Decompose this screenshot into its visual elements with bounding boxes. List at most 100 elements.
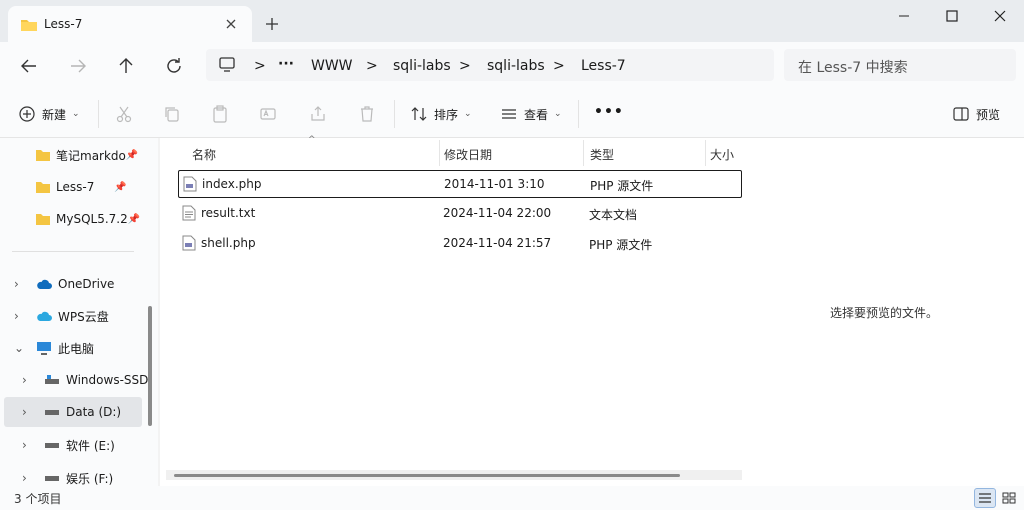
file-type: 文本文档 xyxy=(589,208,638,222)
sort-button[interactable]: 排序 ⌄ xyxy=(410,104,472,124)
sidebar-item-label: Windows-SSD xyxy=(66,373,149,387)
text-file-icon xyxy=(182,205,196,221)
file-list: 名称 ^ 修改日期 类型 大小 index.php 2014-11-01 3:1… xyxy=(160,135,754,486)
chevron-right-icon[interactable]: › xyxy=(14,277,36,291)
cloud-icon xyxy=(36,278,52,290)
breadcrumb-less-7[interactable]: Less-7 xyxy=(581,58,626,74)
table-row[interactable]: result.txt 2024-11-04 22:00 文本文档 xyxy=(178,200,742,228)
column-divider[interactable] xyxy=(439,140,440,166)
paste-icon[interactable] xyxy=(210,104,230,124)
column-header-type[interactable]: 类型 xyxy=(590,142,614,166)
view-list-icon xyxy=(500,105,518,123)
folder-icon xyxy=(36,149,50,161)
sidebar-item-data-d[interactable]: › Data (D:) xyxy=(4,397,142,427)
sidebar-scrollbar[interactable] xyxy=(148,306,152,426)
file-date: 2024-11-04 22:00 xyxy=(443,206,552,220)
sidebar-item-less-7[interactable]: Less-7 📌 xyxy=(0,172,156,202)
item-count: 3 个项目 xyxy=(14,492,62,506)
php-file-icon xyxy=(182,235,196,251)
sidebar-item-label: 娱乐 (F:) xyxy=(66,471,114,486)
sort-ascending-icon: ^ xyxy=(308,135,316,145)
close-window-button[interactable] xyxy=(986,6,1014,26)
cut-icon[interactable] xyxy=(114,104,134,124)
sidebar-item-label: 笔记markdo xyxy=(56,148,126,163)
this-pc-icon[interactable] xyxy=(218,56,236,74)
breadcrumb-separator-icon[interactable]: > xyxy=(254,58,266,74)
rename-icon[interactable] xyxy=(258,104,278,124)
chevron-right-icon[interactable]: › xyxy=(22,471,44,485)
preview-message: 选择要预览的文件。 xyxy=(830,306,939,320)
breadcrumb-overflow[interactable]: ··· xyxy=(278,56,294,72)
tab-less-7[interactable]: Less-7 xyxy=(8,6,252,42)
breadcrumb-separator-icon[interactable]: > xyxy=(366,58,378,74)
file-type: PHP 源文件 xyxy=(589,238,653,252)
folder-icon xyxy=(36,181,50,193)
maximize-button[interactable] xyxy=(938,6,966,26)
new-label: 新建 xyxy=(42,107,67,122)
new-button[interactable]: 新建 ⌄ xyxy=(18,104,80,124)
sort-icon xyxy=(410,105,428,123)
horizontal-scrollbar[interactable] xyxy=(174,474,680,477)
breadcrumb-sqli-labs[interactable]: sqli-labs xyxy=(393,58,451,74)
toolbar-divider xyxy=(578,100,579,128)
chevron-right-icon[interactable]: › xyxy=(22,438,44,452)
sidebar-item-windows-ssd[interactable]: › Windows-SSD xyxy=(0,365,156,395)
new-tab-button[interactable] xyxy=(262,14,282,34)
sidebar-item-notes[interactable]: 笔记markdo 📌 xyxy=(0,140,156,170)
preview-pane-icon xyxy=(952,105,970,123)
sidebar-item-label: Data (D:) xyxy=(66,405,122,419)
column-header-size[interactable]: 大小 xyxy=(710,142,734,166)
folder-icon xyxy=(20,17,38,33)
share-icon[interactable] xyxy=(308,104,328,124)
column-header-date[interactable]: 修改日期 xyxy=(444,142,492,166)
drive-icon xyxy=(44,472,60,484)
view-label: 查看 xyxy=(524,107,549,122)
sidebar-item-label: Less-7 xyxy=(56,180,95,194)
chevron-down-icon: ⌄ xyxy=(464,109,472,119)
column-divider[interactable] xyxy=(583,140,584,166)
drive-icon xyxy=(44,406,60,418)
sidebar-item-software-e[interactable]: › 软件 (E:) xyxy=(0,430,156,460)
refresh-icon[interactable] xyxy=(162,54,186,78)
chevron-down-icon[interactable]: ⌄ xyxy=(14,341,36,355)
search-box[interactable]: 在 Less-7 中搜索 xyxy=(784,49,1016,81)
back-arrow-icon[interactable] xyxy=(17,54,41,78)
chevron-right-icon[interactable]: › xyxy=(22,373,44,387)
up-arrow-icon[interactable] xyxy=(114,54,138,78)
breadcrumb-separator-icon[interactable]: > xyxy=(459,58,471,74)
sidebar-divider xyxy=(12,251,134,252)
preview-pane: 选择要预览的文件。 xyxy=(754,138,1024,486)
sidebar-item-this-pc[interactable]: ⌄ 此电脑 xyxy=(0,333,156,363)
pin-icon: 📌 xyxy=(114,181,127,193)
forward-arrow-icon[interactable] xyxy=(66,54,90,78)
close-tab-icon[interactable] xyxy=(222,15,240,33)
chevron-right-icon[interactable]: › xyxy=(22,405,44,419)
copy-icon[interactable] xyxy=(162,104,182,124)
breadcrumb-separator-icon[interactable]: > xyxy=(553,58,565,74)
chevron-right-icon[interactable]: › xyxy=(14,309,36,323)
table-row[interactable]: shell.php 2024-11-04 21:57 PHP 源文件 xyxy=(178,230,742,258)
more-options-icon[interactable]: ••• xyxy=(594,104,624,120)
sidebar-item-label: MySQL5.7.2 xyxy=(56,212,128,226)
column-divider[interactable] xyxy=(705,140,706,166)
details-view-icon[interactable] xyxy=(974,488,996,508)
table-row[interactable]: index.php 2014-11-01 3:10 PHP 源文件 xyxy=(178,170,742,198)
breadcrumb-www[interactable]: WWW xyxy=(311,58,353,74)
column-header-name[interactable]: 名称 xyxy=(192,142,216,166)
toolbar-divider xyxy=(394,100,395,128)
delete-icon[interactable] xyxy=(357,104,377,124)
drive-icon xyxy=(44,374,60,386)
sidebar-item-mysql[interactable]: MySQL5.7.2 📌 xyxy=(0,204,156,234)
sidebar-item-onedrive[interactable]: › OneDrive xyxy=(0,269,156,299)
navigation-bar: > ··· WWW > sqli-labs > sqli-labs > Less… xyxy=(0,42,1024,90)
breadcrumb-sqli-labs-2[interactable]: sqli-labs xyxy=(487,58,545,74)
sidebar-item-label: 此电脑 xyxy=(58,341,95,356)
tiles-view-icon[interactable] xyxy=(998,488,1020,508)
sidebar-item-wps[interactable]: › WPS云盘 xyxy=(0,301,156,331)
view-button[interactable]: 查看 ⌄ xyxy=(500,104,562,124)
preview-pane-button[interactable]: 预览 xyxy=(952,104,1000,124)
address-bar[interactable]: > ··· WWW > sqli-labs > sqli-labs > Less… xyxy=(206,49,774,81)
minimize-button[interactable] xyxy=(890,6,918,26)
search-placeholder: 在 Less-7 中搜索 xyxy=(798,60,908,76)
file-name: shell.php xyxy=(201,236,256,250)
